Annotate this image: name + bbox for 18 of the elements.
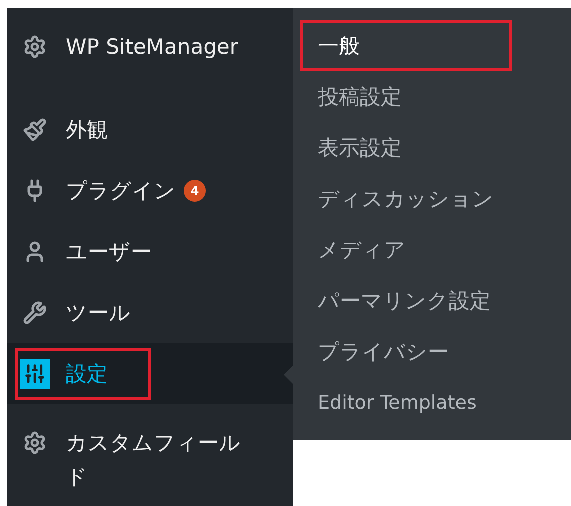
settings-icon (20, 358, 50, 388)
submenu-item[interactable]: 表示設定 (300, 122, 512, 173)
current-menu-item[interactable]: 設定 (7, 343, 293, 404)
submenu-item[interactable]: 投稿設定 (300, 71, 512, 122)
update-count-badge: 4 (184, 180, 206, 202)
submenu-item[interactable]: メディア (300, 224, 512, 275)
menu-item[interactable]: 外観 (66, 112, 108, 146)
menu-item[interactable]: ユーザー (66, 234, 152, 268)
menu-item[interactable]: ツール (66, 296, 131, 330)
menu-item[interactable]: プラグイン (66, 174, 176, 208)
menu-item[interactable]: WP SiteManager (66, 30, 238, 64)
submenu-item[interactable]: 一般 (300, 20, 512, 71)
submenu-item[interactable]: パーマリンク設定 (300, 275, 512, 326)
menu-item[interactable]: カスタムフィールド (66, 426, 246, 494)
submenu-item[interactable]: ディスカッション (300, 173, 512, 224)
submenu-item[interactable]: Editor Templates (300, 377, 512, 428)
menu-item[interactable]: 設定 (66, 356, 108, 390)
submenu-item[interactable]: プライバシー (300, 326, 512, 377)
